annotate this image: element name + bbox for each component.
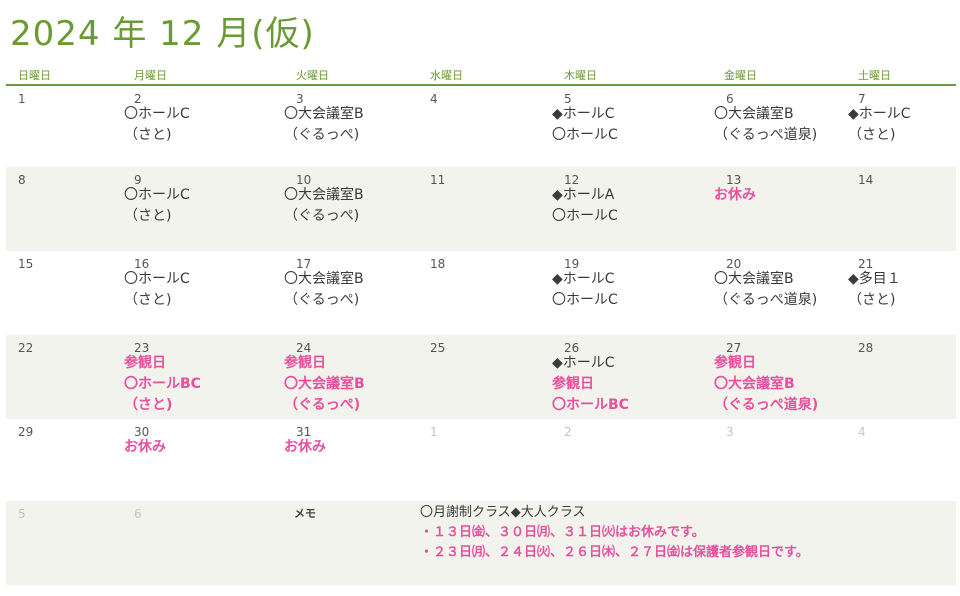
event-line: 〇ホールC bbox=[124, 187, 190, 203]
event-line: 参観日 bbox=[714, 355, 756, 371]
day-events: ◆ホールC 〇ホールC bbox=[552, 269, 618, 311]
memo-text: 〇月謝制クラス◆大人クラス・１３日㈮、３０日㈪、３１日㈫はお休みです。・２３日㈪… bbox=[420, 503, 809, 563]
next-sun-number: 5 bbox=[18, 507, 26, 521]
day-events: 〇ホールC （さと) bbox=[124, 104, 190, 146]
page-title: 2024 年 12 月(仮) bbox=[10, 14, 315, 54]
event-line: 〇ホールC bbox=[124, 106, 190, 122]
event-line: （さと) bbox=[124, 127, 172, 143]
week-row: 8 9 〇ホールC （さと) 10 〇大会議室B （ぐるっぺ) 11 12 ◆ホールA 〇ホールC 1… bbox=[6, 167, 956, 251]
event-line: （ぐるっぺ) bbox=[284, 292, 360, 308]
weekday-header: 火曜日 bbox=[296, 69, 329, 82]
day-events: 〇大会議室B （ぐるっぺ道泉) bbox=[714, 104, 817, 146]
day-number: 22 bbox=[18, 341, 34, 355]
day-number: 3 bbox=[726, 425, 734, 439]
event-line: （ぐるっぺ) bbox=[284, 397, 361, 413]
day-number: 4 bbox=[430, 92, 438, 106]
event-line: 〇ホールC bbox=[552, 292, 618, 308]
event-line: お休み bbox=[124, 439, 166, 455]
week-row: 1 2 〇ホールC （さと) 3 〇大会議室B （ぐるっぺ) 4 5 ◆ホールC 〇ホールC 6 〇大会… bbox=[6, 86, 956, 167]
day-events: ◆ホールC （さと) bbox=[848, 104, 911, 146]
event-line: （ぐるっぺ道泉) bbox=[714, 397, 819, 413]
event-line: ◆ホールC bbox=[552, 106, 615, 122]
week-row: 22 23 参観日 〇ホールBC （さと) 24 参観日 〇大会議室B （ぐるっぺ) 25 26 ◆ホ… bbox=[6, 335, 956, 419]
day-events: 参観日〇大会議室B （ぐるっぺ) bbox=[284, 353, 365, 416]
day-events: 〇ホールC （さと) bbox=[124, 185, 190, 227]
memo-row: 5 6 メモ 〇月謝制クラス◆大人クラス・１３日㈮、３０日㈪、３１日㈫はお休みで… bbox=[6, 501, 956, 585]
next-mon-number: 6 bbox=[134, 507, 142, 521]
event-line: 〇大会議室B bbox=[284, 271, 364, 287]
day-number: 1 bbox=[430, 425, 438, 439]
day-events: お休み bbox=[714, 185, 756, 206]
event-line: 〇大会議室B bbox=[714, 271, 794, 287]
event-line: 〇大会議室B bbox=[284, 376, 365, 392]
day-number: 15 bbox=[18, 257, 34, 271]
event-line: 〇大会議室B bbox=[284, 106, 364, 122]
event-line: （ぐるっぺ道泉) bbox=[714, 292, 818, 308]
day-events: ◆ホールC 参観日〇ホールBC bbox=[552, 353, 629, 416]
day-number: 28 bbox=[858, 341, 874, 355]
event-line: ◆ホールC bbox=[848, 106, 911, 122]
event-line: ◆ホールC bbox=[552, 271, 615, 287]
event-line: （さと) bbox=[124, 292, 172, 308]
day-events: 〇大会議室B （ぐるっぺ) bbox=[284, 104, 364, 146]
event-line: お休み bbox=[284, 439, 326, 455]
day-events: 参観日〇大会議室B （ぐるっぺ道泉) bbox=[714, 353, 818, 416]
event-line: 〇ホールBC bbox=[124, 376, 201, 392]
event-line: ◆多目１ bbox=[848, 271, 901, 287]
event-line: 参観日 bbox=[552, 376, 594, 392]
event-line: 参観日 bbox=[284, 355, 326, 371]
day-number: 11 bbox=[430, 173, 446, 187]
day-events: 〇大会議室B （ぐるっぺ) bbox=[284, 185, 364, 227]
event-line: （さと) bbox=[848, 127, 896, 143]
weekday-header: 木曜日 bbox=[564, 69, 597, 82]
day-number: 25 bbox=[430, 341, 446, 355]
event-line: （さと) bbox=[848, 292, 896, 308]
event-line: 〇大会議室B bbox=[284, 187, 364, 203]
weekday-header: 金曜日 bbox=[724, 69, 757, 82]
event-line: 〇ホールC bbox=[552, 127, 618, 143]
memo-label: メモ bbox=[294, 507, 316, 520]
memo-line: ・２３日㈪、２４日㈫、２６日㈭、２７日㈮は保護者参観日です。 bbox=[420, 545, 809, 560]
event-line: ◆ホールC bbox=[552, 355, 615, 371]
event-line: （さと) bbox=[124, 208, 172, 224]
day-events: ◆多目１ （さと) bbox=[848, 269, 901, 311]
event-line: （ぐるっぺ道泉) bbox=[714, 127, 818, 143]
event-line: 参観日 bbox=[124, 355, 166, 371]
day-number: 8 bbox=[18, 173, 26, 187]
day-number: 2 bbox=[564, 425, 572, 439]
day-events: 〇大会議室B （ぐるっぺ) bbox=[284, 269, 364, 311]
week-row: 15 16 〇ホールC （さと) 17 〇大会議室B （ぐるっぺ) 18 19 ◆ホールC 〇ホール… bbox=[6, 251, 956, 335]
day-events: ◆ホールA 〇ホールC bbox=[552, 185, 618, 227]
event-line: （ぐるっぺ) bbox=[284, 127, 360, 143]
event-line: 〇大会議室B bbox=[714, 106, 794, 122]
weekday-header: 土曜日 bbox=[858, 69, 891, 82]
day-events: お休み bbox=[124, 437, 166, 458]
weekday-header: 月曜日 bbox=[134, 69, 167, 82]
event-line: 〇ホールBC bbox=[552, 397, 629, 413]
day-number: 29 bbox=[18, 425, 34, 439]
event-line: 〇ホールC bbox=[552, 208, 618, 224]
event-line: 〇大会議室B bbox=[714, 376, 795, 392]
day-events: 参観日〇ホールBC （さと) bbox=[124, 353, 201, 416]
day-number: 14 bbox=[858, 173, 874, 187]
event-line: （ぐるっぺ) bbox=[284, 208, 360, 224]
day-number: 1 bbox=[18, 92, 26, 106]
memo-line: 〇月謝制クラス◆大人クラス bbox=[420, 505, 586, 520]
memo-line: ・１３日㈮、３０日㈪、３１日㈫はお休みです。 bbox=[420, 525, 705, 540]
weekday-header: 日曜日 bbox=[18, 69, 51, 82]
day-number: 4 bbox=[858, 425, 866, 439]
week-row: 29 30 お休み 31 お休み 1 2 3 4 bbox=[6, 419, 956, 501]
event-line: （さと) bbox=[124, 397, 173, 413]
event-line: お休み bbox=[714, 187, 756, 203]
event-line: 〇ホールC bbox=[124, 271, 190, 287]
day-number: 18 bbox=[430, 257, 446, 271]
day-events: ◆ホールC 〇ホールC bbox=[552, 104, 618, 146]
weekday-header: 水曜日 bbox=[430, 69, 463, 82]
day-events: 〇大会議室B （ぐるっぺ道泉) bbox=[714, 269, 817, 311]
event-line: ◆ホールA bbox=[552, 187, 615, 203]
day-events: お休み bbox=[284, 437, 326, 458]
day-events: 〇ホールC （さと) bbox=[124, 269, 190, 311]
